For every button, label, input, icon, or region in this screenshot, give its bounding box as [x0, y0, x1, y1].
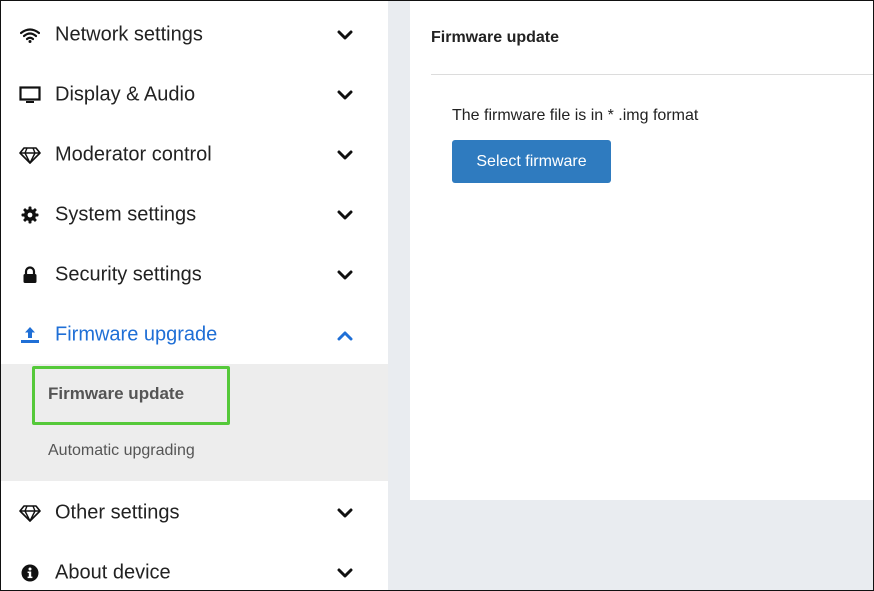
divider [431, 74, 873, 75]
sidebar-item-other-settings[interactable]: Other settings [1, 485, 388, 541]
main-content: Firmware update The firmware file is in … [388, 1, 873, 590]
chevron-down-icon[interactable] [336, 564, 354, 582]
diamond-icon [19, 144, 41, 166]
app-window: Network settings Display & Audio Moderat… [0, 0, 874, 591]
sidebar: Network settings Display & Audio Moderat… [1, 1, 388, 590]
lock-icon [19, 264, 41, 286]
sidebar-item-label: Security settings [55, 263, 202, 286]
gear-icon [19, 204, 41, 226]
format-hint-text: The firmware file is in * .img format [452, 107, 699, 124]
monitor-icon [19, 84, 41, 106]
chevron-up-icon[interactable] [336, 326, 354, 344]
submenu-item-automatic-upgrading[interactable]: Automatic upgrading [48, 442, 195, 460]
sidebar-item-label: About device [55, 561, 171, 584]
chevron-down-icon[interactable] [336, 146, 354, 164]
sidebar-item-label: Firmware upgrade [55, 323, 218, 346]
chevron-down-icon[interactable] [336, 86, 354, 104]
sidebar-item-firmware-upgrade[interactable]: Firmware upgrade [1, 307, 388, 363]
sidebar-item-display-audio[interactable]: Display & Audio [1, 67, 388, 123]
select-firmware-button[interactable]: Select firmware [452, 140, 611, 183]
upload-icon [19, 324, 41, 346]
sidebar-item-label: Moderator control [55, 143, 212, 166]
sidebar-item-label: System settings [55, 203, 197, 226]
chevron-down-icon[interactable] [336, 206, 354, 224]
firmware-update-panel: Firmware update The firmware file is in … [410, 1, 873, 500]
sidebar-item-label: Network settings [55, 23, 203, 46]
sidebar-item-label: Display & Audio [55, 83, 196, 106]
sidebar-item-moderator-control[interactable]: Moderator control [1, 127, 388, 183]
sidebar-item-security-settings[interactable]: Security settings [1, 247, 388, 303]
info-icon [19, 562, 41, 584]
panel-title: Firmware update [431, 29, 560, 46]
selection-highlight [32, 366, 230, 425]
chevron-down-icon[interactable] [336, 504, 354, 522]
chevron-down-icon[interactable] [336, 266, 354, 284]
sidebar-item-system-settings[interactable]: System settings [1, 187, 388, 243]
sidebar-item-network-settings[interactable]: Network settings [1, 7, 388, 63]
wifi-icon [19, 24, 41, 46]
chevron-down-icon[interactable] [336, 26, 354, 44]
diamond-icon [19, 502, 41, 524]
sidebar-item-about-device[interactable]: About device [1, 545, 388, 590]
sidebar-item-label: Other settings [55, 501, 180, 524]
